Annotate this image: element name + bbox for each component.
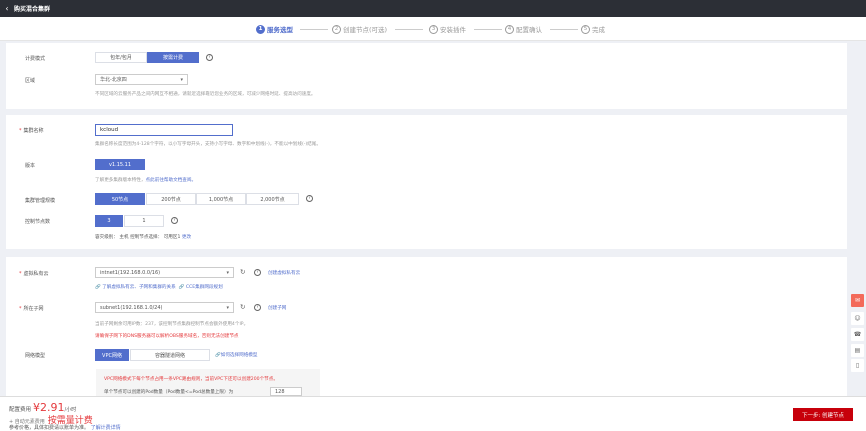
price-note: 参考价格，具体扣费请以账单为准。 了解计费详情 bbox=[9, 425, 121, 431]
create-vpc-link[interactable]: 创建虚拟私有云 bbox=[268, 270, 300, 276]
feedback-icon[interactable]: ☺ bbox=[851, 312, 864, 325]
vpc-relation-link[interactable]: 了解虚拟私有云、子网和集群的关系 bbox=[102, 285, 176, 290]
refresh-icon[interactable]: ↻ bbox=[240, 303, 245, 311]
region-select[interactable]: 华北-北京四 ▾ bbox=[95, 74, 188, 85]
master-option-1[interactable]: 1 bbox=[124, 215, 164, 227]
scale-option-2000[interactable]: 2,000节点 bbox=[246, 193, 299, 205]
network-model-label: 网络模型 bbox=[25, 353, 46, 359]
price-footer: 配置费用 ¥2.91 /小时 + 自动元素费用 按需量计费 参考价格，具体扣费请… bbox=[0, 396, 866, 431]
chevron-down-icon: ▾ bbox=[226, 270, 229, 276]
pod-count-select[interactable]: 128 bbox=[270, 387, 302, 396]
scale-option-1000[interactable]: 1,000节点 bbox=[196, 193, 246, 205]
vpc-help-links: 🔗 了解虚拟私有云、子网和集群的关系 🔗 CCE集群网段规划 bbox=[95, 284, 223, 290]
cluster-name-label: * 集群名称 bbox=[19, 128, 44, 134]
chevron-down-icon: ▾ bbox=[226, 305, 229, 311]
step-1: 1 服务选型 bbox=[256, 24, 293, 34]
help-icon[interactable]: ? bbox=[306, 195, 313, 202]
billing-label: 计费模式 bbox=[25, 56, 46, 62]
step-2: 2 创建节点(可选) bbox=[332, 24, 387, 34]
service-icon[interactable]: ☎ bbox=[851, 328, 864, 341]
help-icon[interactable]: ? bbox=[254, 304, 261, 311]
version-hint: 了解更多集群版本特性，点此前往帮助文档查阅。 bbox=[95, 178, 197, 183]
step-5: 5 完成 bbox=[581, 24, 605, 34]
network-model-link[interactable]: 如何选择网络模型 bbox=[221, 353, 258, 358]
scale-option-200[interactable]: 200节点 bbox=[146, 193, 196, 205]
billing-region-panel: 计费模式 包年/包月 按需计费 ? 区域 华北-北京四 ▾ 不同区域的云服务产品… bbox=[6, 43, 847, 109]
pod-count-text: 单个节点可以创建的Pod数量（Pod数量<=Pod总数量上限）为 bbox=[104, 390, 234, 395]
price-unit: /小时 bbox=[64, 407, 77, 413]
price-label: 配置费用 bbox=[9, 407, 32, 413]
billing-option-yearly[interactable]: 包年/包月 bbox=[95, 52, 147, 63]
next-create-node-button[interactable]: 下一步: 创建节点 bbox=[793, 408, 853, 421]
subnet-dns-warning: 请确保子网下的DNS服务器可以解析OBS服务域名，否则无法创建节点 bbox=[95, 334, 239, 339]
step-divider bbox=[550, 29, 578, 30]
help-icon[interactable]: ? bbox=[171, 217, 178, 224]
cluster-config-panel: * 集群名称 kcloud 集群名称长度范围为4-128个字符，以小写字母开头，支… bbox=[6, 115, 847, 249]
step-divider bbox=[395, 29, 423, 30]
region-hint: 不同区域的云服务产品之间内网互不相通，请就近选择靠近您业务的区域，可减少网络时延… bbox=[95, 92, 316, 97]
link-icon: 🔗 bbox=[95, 285, 101, 290]
step-divider bbox=[300, 29, 328, 30]
doc-icon[interactable]: ▯ bbox=[851, 359, 864, 372]
version-label: 版本 bbox=[25, 163, 36, 169]
subnet-select[interactable]: subnet1(192.168.1.0/24) ▾ bbox=[95, 302, 234, 313]
network-option-tunnel[interactable]: 容器隧道网络 bbox=[130, 349, 210, 361]
master-option-3[interactable]: 3 bbox=[95, 215, 123, 227]
step-4: 4 配置确认 bbox=[505, 24, 542, 34]
page-title: 购买混合集群 bbox=[14, 6, 51, 13]
vpc-route-warning: VPC网络模式下每个节点占用一条VPC路由规则，当前VPC下还可以创建200个节… bbox=[104, 377, 278, 382]
help-icon[interactable]: ? bbox=[206, 54, 213, 61]
top-bar: ‹ 购买混合集群 bbox=[0, 0, 866, 17]
link-icon: 🔗 bbox=[177, 285, 185, 290]
network-model-help: 🔗如何选择网络模型 bbox=[215, 352, 258, 358]
version-button[interactable]: v1.15.11 bbox=[95, 159, 145, 170]
step-divider bbox=[474, 29, 502, 30]
vpc-select[interactable]: intnet1(192.168.0.0/16) ▾ bbox=[95, 267, 234, 278]
version-doc-link[interactable]: 点此前往帮助文档查阅。 bbox=[146, 178, 197, 183]
step-3: 3 安装插件 bbox=[429, 24, 466, 34]
billing-option-on-demand[interactable]: 按需计费 bbox=[147, 52, 199, 63]
step-indicator: 1 服务选型 2 创建节点(可选) 3 安装插件 4 配置确认 5 完成 bbox=[0, 17, 866, 41]
cluster-name-hint: 集群名称长度范围为4-128个字符，以小写字母开头，支持小写字母、数字和中划线(… bbox=[95, 142, 321, 147]
master-label: 控制节点数 bbox=[25, 219, 51, 225]
chevron-down-icon: ▾ bbox=[180, 77, 183, 83]
scale-option-50[interactable]: 50节点 bbox=[95, 193, 145, 205]
doc-icon[interactable]: ▤ bbox=[851, 344, 864, 357]
region-label: 区域 bbox=[25, 78, 36, 84]
scale-label: 集群管理规模 bbox=[25, 198, 56, 204]
refresh-icon[interactable]: ↻ bbox=[240, 268, 245, 276]
help-icon[interactable]: ? bbox=[254, 269, 261, 276]
cce-cidr-link[interactable]: CCE集群网段规划 bbox=[186, 285, 223, 290]
subnet-ip-hint: 当前子网剩余可用IP数：237，该控制节点集群控制节点会额外使用4个IP。 bbox=[95, 322, 249, 327]
subnet-label: * 所在子网 bbox=[19, 306, 44, 312]
cluster-name-input[interactable]: kcloud bbox=[95, 124, 233, 136]
change-az-link[interactable]: 更改 bbox=[182, 235, 191, 240]
network-option-vpc[interactable]: VPC网络 bbox=[95, 349, 129, 361]
vpc-label: * 虚拟私有云 bbox=[19, 271, 49, 277]
billing-details-link[interactable]: 了解计费详情 bbox=[91, 425, 121, 431]
network-warning-box: VPC网络模式下每个节点占用一条VPC路由规则，当前VPC下还可以创建200个节… bbox=[96, 369, 320, 396]
create-subnet-link[interactable]: 创建子网 bbox=[268, 305, 286, 311]
back-arrow-icon[interactable]: ‹ bbox=[0, 4, 14, 13]
master-hint: 容灾级别： 主机 控制节点选择： 可用区1 更改 bbox=[95, 235, 192, 240]
chat-icon[interactable]: ✉ bbox=[851, 294, 864, 307]
